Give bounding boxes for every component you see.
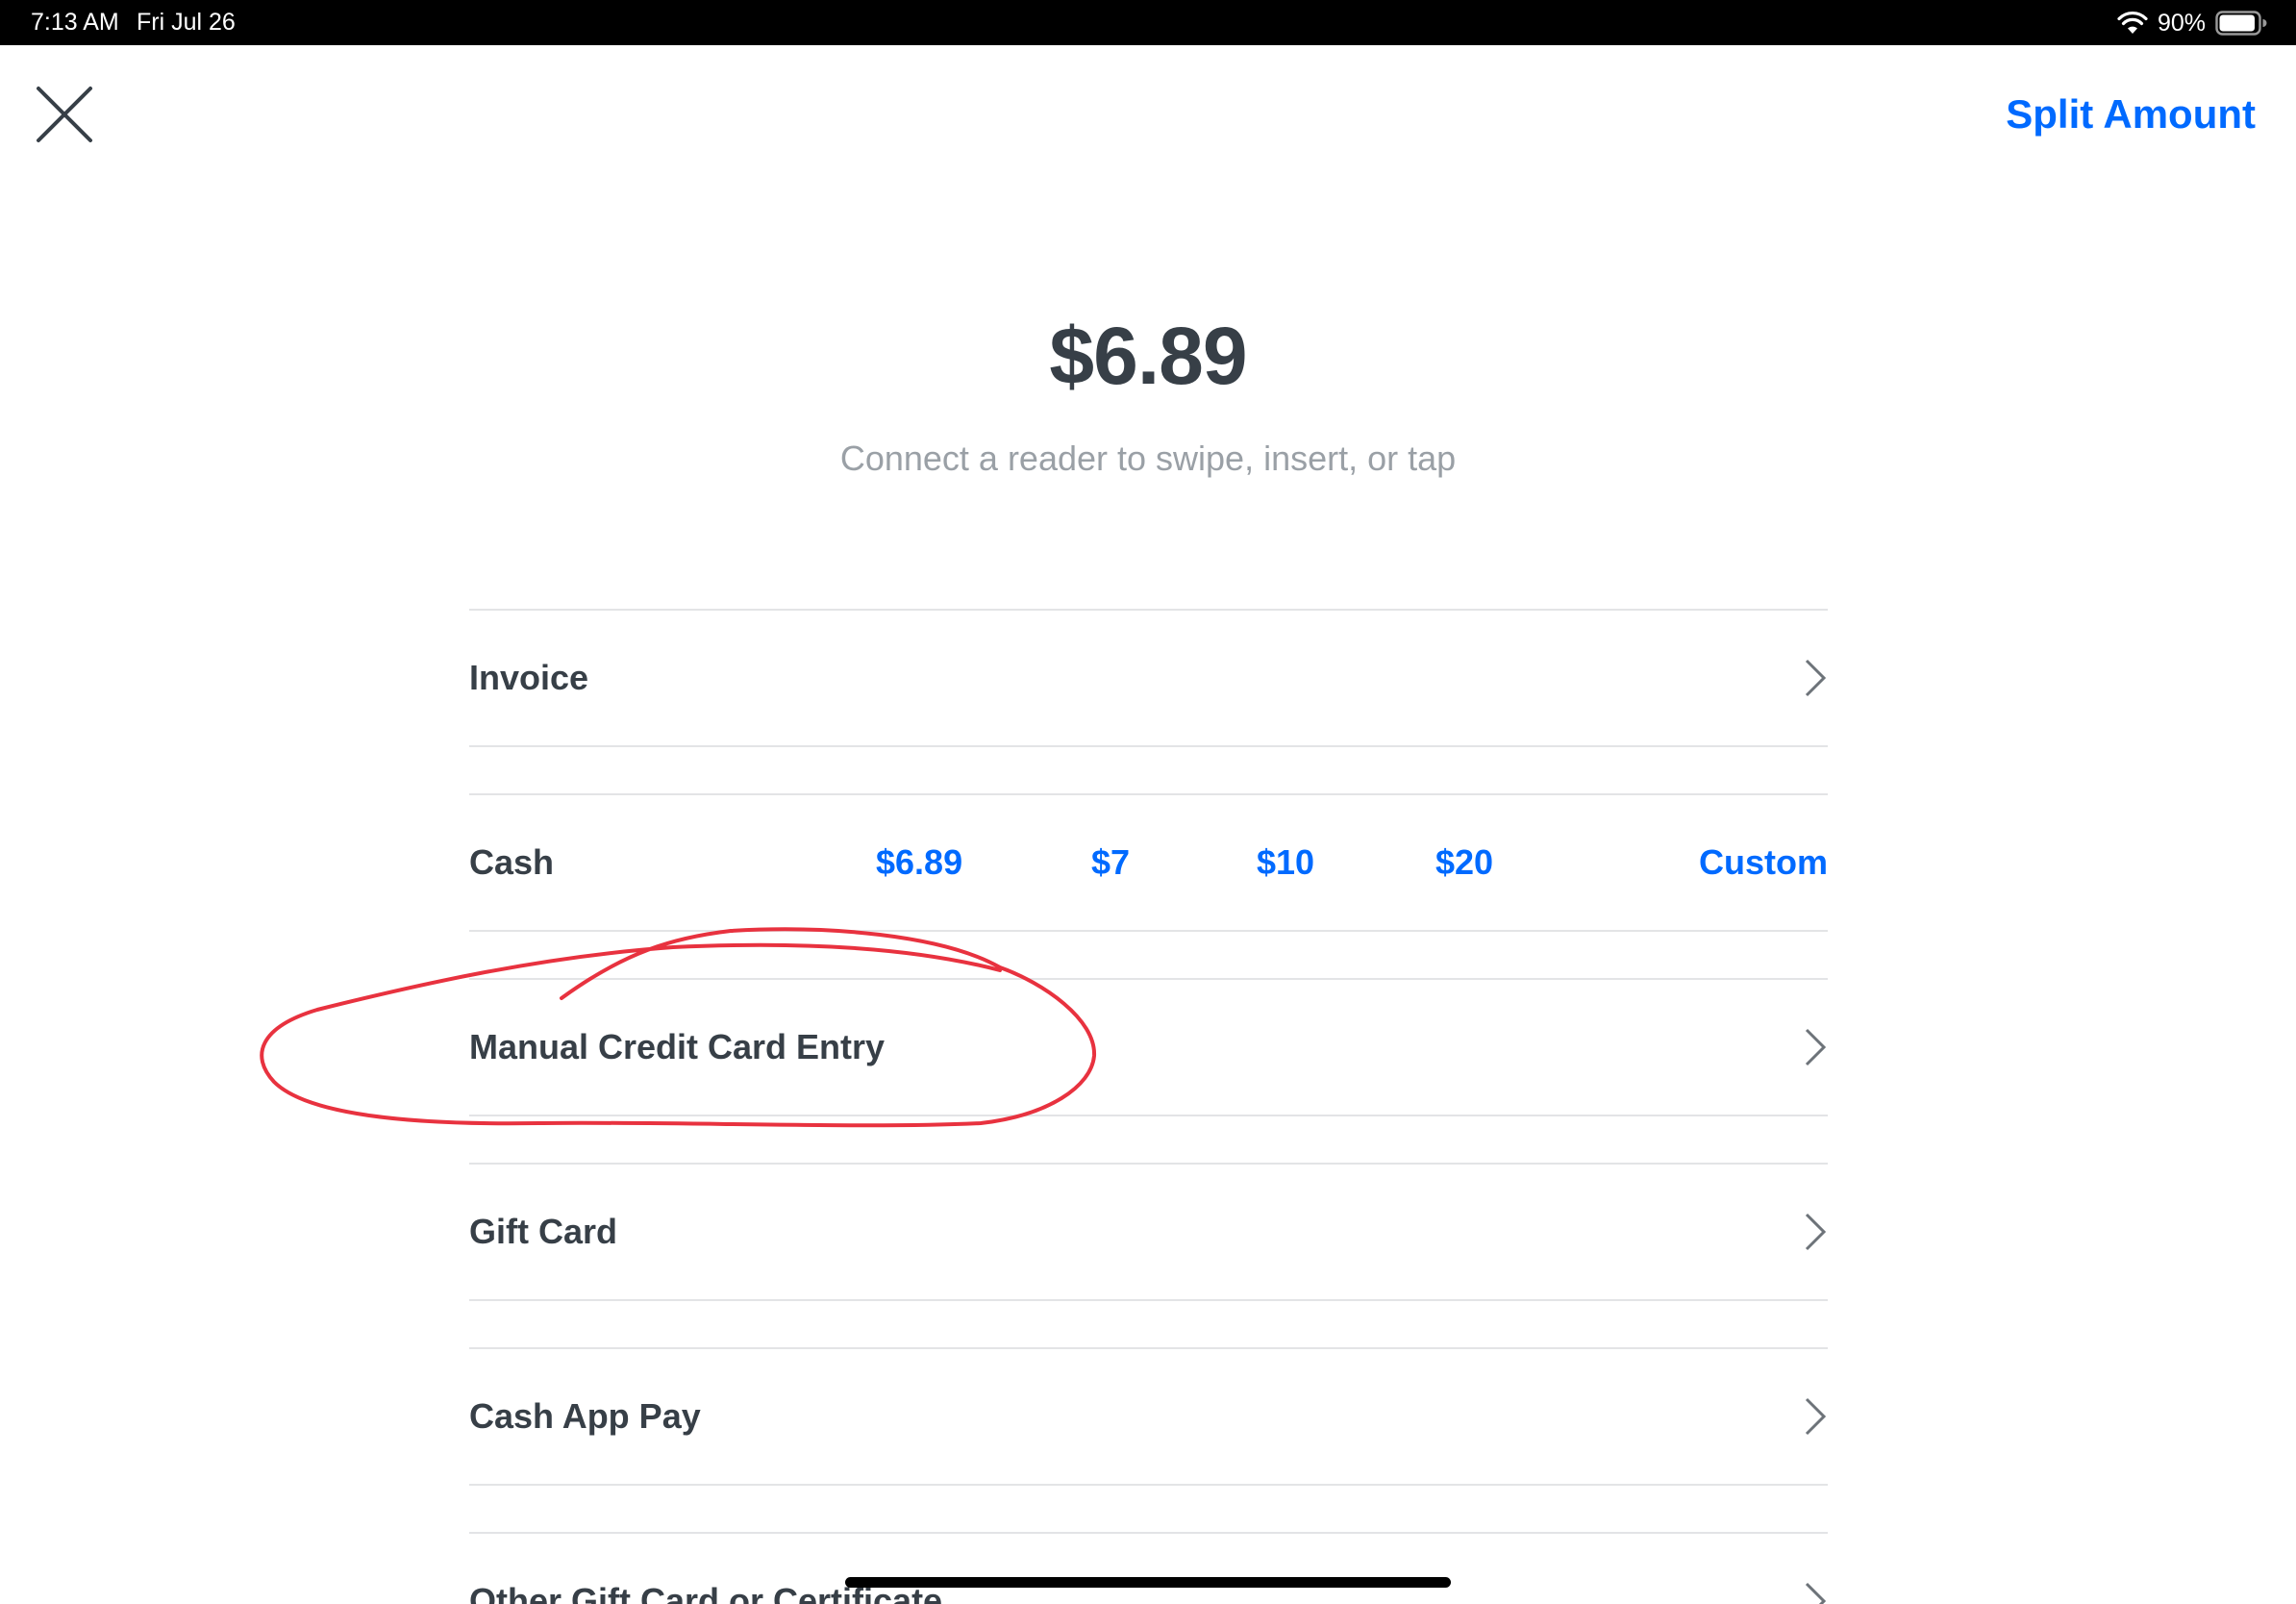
payment-option-manual-card-entry[interactable]: Manual Credit Card Entry xyxy=(469,978,1828,1116)
cash-custom-option[interactable]: Custom xyxy=(1699,834,1828,891)
cash-amount-option[interactable]: $7 xyxy=(1091,834,1130,891)
checkout-screen: 7:13 AM Fri Jul 26 90% Split Amount $6.8… xyxy=(0,0,2296,1604)
cash-amount-option[interactable]: $20 xyxy=(1435,834,1493,891)
payment-option-other-gift-card[interactable]: Other Gift Card or Certificate xyxy=(469,1532,1828,1604)
chevron-right-icon xyxy=(1801,1026,1828,1068)
close-button[interactable] xyxy=(29,79,100,150)
total-amount: $6.89 xyxy=(1049,311,1247,401)
payment-option-cash-app-pay[interactable]: Cash App Pay xyxy=(469,1347,1828,1486)
cash-amount-option[interactable]: $10 xyxy=(1257,834,1314,891)
payment-option-cash: Cash $6.89 $7 $10 $20 Custom xyxy=(469,793,1828,932)
reader-instructions: Connect a reader to swipe, insert, or ta… xyxy=(839,439,1457,478)
chevron-right-icon xyxy=(1801,1395,1828,1438)
cash-amount-option[interactable]: $6.89 xyxy=(876,834,962,891)
payment-option-label: Cash xyxy=(469,842,555,882)
cash-quick-amounts: $6.89 $7 $10 $20 Custom xyxy=(876,834,1828,891)
home-indicator[interactable] xyxy=(845,1577,1451,1588)
split-amount-button[interactable]: Split Amount xyxy=(2006,91,2256,138)
chevron-right-icon xyxy=(1801,1211,1828,1253)
battery-percent: 90% xyxy=(2157,9,2206,37)
payment-option-gift-card[interactable]: Gift Card xyxy=(469,1163,1828,1301)
payment-option-invoice[interactable]: Invoice xyxy=(469,609,1828,747)
status-indicators: 90% xyxy=(2117,6,2267,40)
status-date: Fri Jul 26 xyxy=(137,9,236,36)
status-bar: 7:13 AM Fri Jul 26 90% xyxy=(0,0,2296,45)
payment-option-label: Gift Card xyxy=(469,1212,618,1251)
chevron-right-icon xyxy=(1801,657,1828,699)
battery-icon xyxy=(2215,11,2267,36)
payment-option-label: Cash App Pay xyxy=(469,1396,701,1436)
payment-option-label: Invoice xyxy=(469,658,589,697)
chevron-right-icon xyxy=(1801,1580,1828,1604)
close-icon xyxy=(37,87,92,142)
wifi-icon xyxy=(2117,11,2148,36)
status-time: 7:13 AM xyxy=(31,9,119,36)
payment-option-label: Manual Credit Card Entry xyxy=(469,1027,886,1066)
